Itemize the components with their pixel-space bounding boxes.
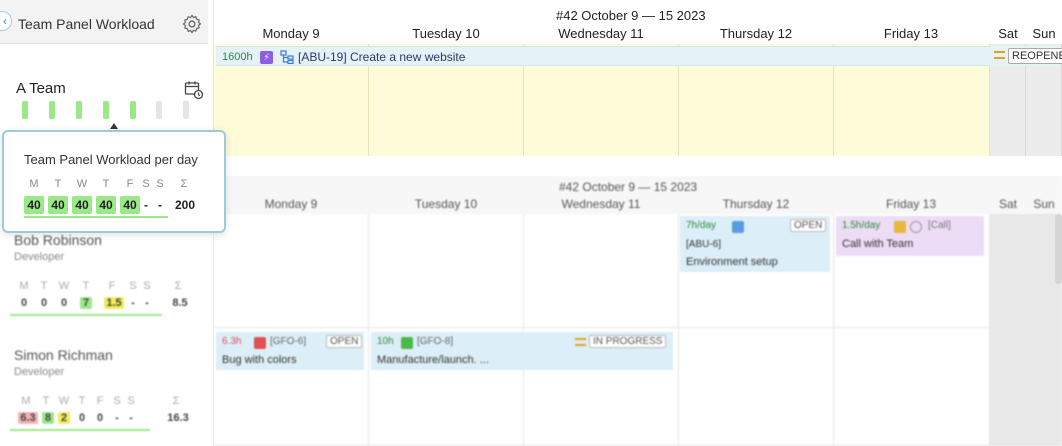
tooltip-day-values: 40 40 40 40 40 - - 200 (24, 196, 204, 214)
day-header-fri: Friday 13 (883, 26, 939, 41)
subtask-tree-icon (280, 50, 294, 64)
story-icon (401, 337, 413, 349)
clock-icon (910, 221, 922, 233)
workload-bar-thu (103, 101, 109, 119)
day-header-sat: Sat (998, 26, 1018, 41)
person-role: Developer (14, 366, 65, 378)
cell-simon-sun[interactable] (1026, 328, 1062, 446)
task-status-area[interactable]: REOPENED (990, 46, 1062, 66)
event-environment-setup[interactable]: 7h/day OPEN [ABU-6] Environment setup (680, 216, 830, 272)
tooltip-caret (110, 123, 118, 129)
cell-bob-wed[interactable] (524, 214, 679, 328)
workload-bar-wed (76, 101, 82, 119)
tooltip-underline (24, 216, 168, 218)
event-title: Environment setup (686, 256, 778, 268)
workload-bar-tue (49, 101, 55, 119)
bug-icon (254, 337, 266, 349)
team-calendar: #42 October 9 — 15 2023 Monday 9 Tuesday… (214, 0, 1062, 158)
cell-simon-sat[interactable] (990, 328, 1026, 446)
event-title: Bug with colors (222, 354, 297, 366)
day-header-mon: Monday 9 (262, 26, 320, 41)
event-hours: 10h (377, 336, 394, 347)
event-code: [GFO-6] (270, 336, 307, 347)
person-name: Simon Richman (14, 347, 113, 363)
workload-bar-sat (156, 101, 162, 119)
people-calendar: #42 October 9 — 15 2023 Monday 9 Tuesday… (214, 176, 1062, 446)
day-header-thu: Thursday 12 (719, 26, 793, 41)
team-workload-bars[interactable] (22, 101, 192, 119)
workload-bar-mon (22, 101, 28, 119)
event-title: Call with Team (842, 238, 914, 250)
checkbox-icon (732, 221, 744, 233)
person-underline (10, 314, 162, 316)
person-simon-richman[interactable]: Simon Richman Developer (14, 347, 204, 378)
event-hours: 1.5h/day (842, 220, 881, 231)
status-badge: REOPENED (1008, 48, 1062, 64)
vertical-scrollbar[interactable] (1055, 214, 1062, 284)
cell-bob-sat[interactable] (990, 214, 1026, 328)
cell-bob-tue[interactable] (369, 214, 524, 328)
lightning-icon: ⚡ (260, 51, 273, 64)
cell-simon-thu[interactable] (679, 328, 834, 446)
calendar-clock-icon[interactable] (184, 80, 204, 100)
day-header-mon: Monday 9 (264, 197, 318, 211)
day-header-sun: Sun (1032, 26, 1056, 41)
event-title: Manufacture/launch. ... (377, 354, 489, 366)
cell-simon-fri[interactable] (834, 328, 990, 446)
workload-tooltip: Team Panel Workload per day M T W T F S … (2, 130, 226, 233)
panel-header: Team Panel Workload (0, 0, 208, 44)
team-name: A Team (16, 80, 66, 97)
task-label: [ABU-19] Create a new website (298, 50, 466, 64)
event-call-with-team[interactable]: 1.5h/day [Call] Call with Team (836, 216, 984, 256)
day-header-sat: Sat (998, 197, 1017, 211)
tooltip-day-letters: M T W T F S S Σ (29, 178, 188, 190)
status-badge: IN PROGRESS (589, 335, 667, 348)
panel-title: Team Panel Workload (18, 16, 155, 32)
day-header-sun: Sun (1033, 197, 1055, 211)
person-role: Developer (14, 251, 65, 263)
task-abu-19[interactable]: 1600h ⚡ [ABU-19] Create a new website (216, 46, 990, 66)
status-badge: OPEN (326, 335, 363, 348)
cell-bob-mon[interactable] (214, 214, 369, 328)
event-manufacture-launch[interactable]: 10h [GFO-8] IN PROGRESS Manufacture/laun… (371, 332, 673, 370)
event-hours: 6.3h (222, 336, 242, 347)
person-bob-robinson[interactable]: Bob Robinson Developer (14, 232, 204, 263)
person-name: Bob Robinson (14, 232, 102, 248)
priority-medium-icon (575, 338, 586, 346)
event-code: [GFO-8] (417, 336, 454, 347)
section-gap (214, 158, 1062, 176)
task-hours: 1600h (222, 51, 253, 63)
workload-bar-fri (130, 101, 136, 119)
day-header-tue: Tuesday 10 (414, 197, 478, 211)
day-header-fri: Friday 13 (885, 197, 937, 211)
gear-icon[interactable] (181, 13, 203, 35)
day-header-wed: Wednesday 11 (558, 26, 644, 41)
day-header-thu: Thursday 12 (722, 197, 790, 211)
status-badge: OPEN (790, 219, 827, 232)
day-header-tue: Tuesday 10 (412, 26, 480, 41)
workload-bar-sun (183, 101, 189, 119)
event-bug-with-colors[interactable]: 6.3h [GFO-6] OPEN Bug with colors (216, 332, 364, 370)
event-tag: [Call] (928, 220, 951, 231)
phone-icon (894, 221, 906, 233)
event-code: [ABU-6] (686, 239, 722, 250)
day-header-wed: Wednesday 11 (561, 197, 641, 211)
person-underline (10, 429, 150, 431)
tooltip-title: Team Panel Workload per day (24, 152, 198, 167)
priority-medium-icon (994, 51, 1005, 59)
event-hours: 7h/day (686, 220, 717, 231)
